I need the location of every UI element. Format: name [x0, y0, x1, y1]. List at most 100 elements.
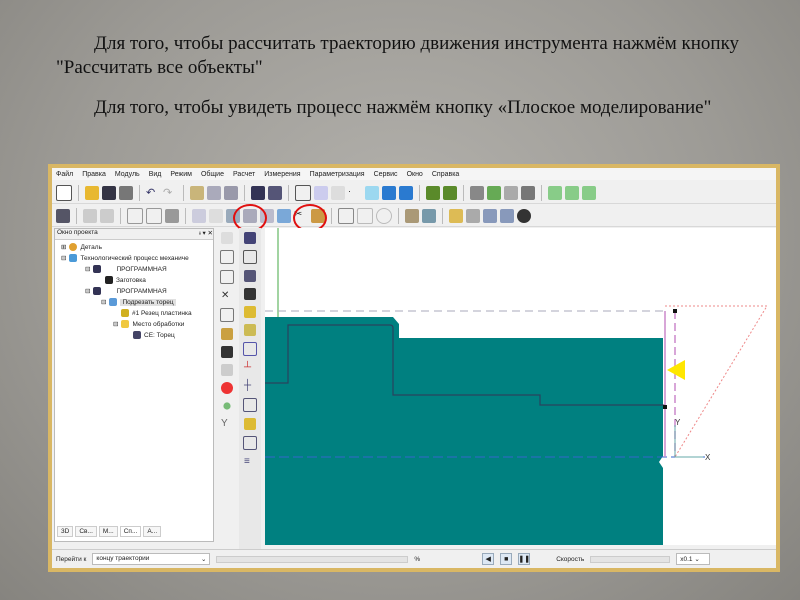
profile-icon[interactable]	[243, 250, 257, 264]
nc-view-icon[interactable]	[422, 208, 436, 223]
tree-item[interactable]: ⊟ ПРОГРАММНАЯ	[85, 287, 167, 295]
grid3-icon[interactable]	[500, 208, 514, 223]
menu-general[interactable]: Общие	[201, 171, 224, 178]
menu-edit[interactable]: Правка	[82, 171, 106, 178]
menu-calc[interactable]: Расчет	[233, 171, 255, 178]
tree-item[interactable]: ⊟ Технологический процесс механиче	[61, 254, 189, 262]
drill2-icon[interactable]	[244, 324, 256, 336]
simulation-canvas[interactable]: Y X	[265, 228, 776, 545]
new-icon[interactable]	[56, 184, 72, 201]
stop-icon[interactable]	[517, 208, 531, 223]
tree-item[interactable]: СЕ: Торец	[133, 331, 175, 339]
undo-icon[interactable]: ↶	[146, 186, 160, 200]
slot-icon[interactable]	[243, 398, 257, 412]
import-icon[interactable]	[221, 328, 233, 340]
fixture2-icon[interactable]	[443, 185, 457, 200]
panel-icon[interactable]	[504, 185, 518, 200]
tree-item[interactable]: Заготовка	[105, 276, 146, 284]
turret-icon[interactable]	[244, 288, 256, 300]
save-model-icon[interactable]	[251, 185, 265, 200]
menu-param[interactable]: Параметризация	[310, 171, 365, 178]
layers-icon[interactable]	[470, 185, 484, 200]
cube-icon[interactable]	[295, 184, 311, 201]
menu-file[interactable]: Файл	[56, 171, 73, 178]
save-icon[interactable]	[102, 185, 116, 200]
plane-simulation-icon[interactable]	[277, 208, 291, 223]
report2-icon[interactable]	[357, 207, 373, 224]
export-icon[interactable]	[268, 185, 282, 200]
operation-icon[interactable]	[224, 185, 238, 200]
drill-icon[interactable]	[244, 306, 256, 318]
shape3-icon[interactable]	[582, 185, 596, 200]
tree-item[interactable]: ⊟ Место обработки	[113, 320, 184, 328]
speed-slider[interactable]	[590, 555, 671, 563]
panel2-icon[interactable]	[521, 185, 535, 200]
tree-item-selected[interactable]: ⊟ Подрезать торец	[101, 298, 176, 306]
save-disabled-icon[interactable]	[100, 208, 114, 223]
frame-icon[interactable]	[221, 232, 233, 244]
save-contour-icon[interactable]	[221, 346, 233, 358]
cut-off-icon[interactable]: ┴	[244, 362, 256, 374]
house-icon[interactable]	[165, 208, 179, 223]
solid-icon[interactable]	[243, 436, 257, 450]
goto-select[interactable]: концу траектории ⌄	[92, 553, 211, 565]
shape2-icon[interactable]	[565, 185, 579, 200]
stop-button[interactable]: ■	[500, 553, 513, 565]
menu-mode[interactable]: Режим	[170, 171, 192, 178]
contour-add-icon[interactable]	[220, 270, 234, 284]
part-icon[interactable]	[487, 185, 501, 200]
redo-icon[interactable]: ↷	[163, 186, 177, 200]
doc2-icon[interactable]	[146, 207, 162, 224]
zoom-view-icon[interactable]	[331, 185, 345, 200]
machine-icon[interactable]	[382, 185, 396, 200]
tab-attr[interactable]: А...	[143, 526, 162, 537]
point-icon[interactable]: ·	[348, 186, 362, 200]
gear-point-icon[interactable]	[244, 232, 256, 244]
cross-icon[interactable]: ┼	[244, 380, 256, 392]
tree-icon[interactable]	[192, 208, 206, 223]
rect-icon[interactable]	[220, 308, 234, 322]
tab-3d[interactable]: 3D	[57, 526, 74, 537]
project-icon[interactable]	[56, 208, 70, 223]
tab-properties[interactable]: Св...	[75, 526, 97, 537]
report-icon[interactable]	[338, 207, 354, 224]
tab-list[interactable]: Сп...	[119, 526, 142, 537]
clock-icon[interactable]	[376, 207, 392, 224]
tree-item[interactable]: ⊟ ПРОГРАММНАЯ	[85, 265, 167, 273]
table-icon[interactable]	[466, 208, 480, 223]
contour-delete-icon[interactable]: ✕	[221, 290, 233, 302]
copy-icon[interactable]	[221, 364, 233, 376]
filter-icon[interactable]: Y	[221, 418, 233, 430]
open-icon[interactable]	[85, 185, 99, 200]
box-icon[interactable]	[244, 270, 256, 282]
doc-icon[interactable]	[127, 207, 143, 224]
grid2-icon[interactable]	[483, 208, 497, 223]
dot-icon[interactable]	[223, 402, 231, 410]
menu-module[interactable]: Модуль	[115, 171, 140, 178]
print-icon[interactable]	[119, 185, 133, 200]
stock-icon[interactable]	[190, 185, 204, 200]
machine2-icon[interactable]	[399, 185, 413, 200]
panel-controls[interactable]: ᵻ ▾ ✕	[199, 229, 213, 239]
pause-button[interactable]: ❚❚	[518, 553, 531, 565]
grid-icon[interactable]	[365, 185, 379, 200]
tree-item[interactable]: #1 Резец пластинка	[121, 309, 192, 317]
tab-model[interactable]: М...	[98, 526, 118, 537]
fixture-icon[interactable]	[426, 185, 440, 200]
step-back-button[interactable]: ◀	[482, 553, 495, 565]
layers-list-icon[interactable]: ≡	[244, 456, 256, 468]
progress-slider[interactable]	[216, 555, 409, 563]
tap-icon[interactable]	[244, 418, 256, 430]
groove-icon[interactable]	[243, 342, 257, 356]
tool-icon[interactable]	[207, 185, 221, 200]
shape-icon[interactable]	[548, 185, 562, 200]
speed-select[interactable]: x0.1 ⌄	[676, 553, 711, 565]
record-icon[interactable]	[221, 382, 233, 394]
contour-icon[interactable]	[220, 250, 234, 264]
menu-service[interactable]: Сервис	[374, 171, 398, 178]
tree2-icon[interactable]	[209, 208, 223, 223]
menu-window[interactable]: Окно	[407, 171, 423, 178]
tree-item[interactable]: ⊞ Деталь	[61, 243, 102, 251]
menu-help[interactable]: Справка	[432, 171, 459, 178]
menu-measure[interactable]: Измерения	[264, 171, 300, 178]
